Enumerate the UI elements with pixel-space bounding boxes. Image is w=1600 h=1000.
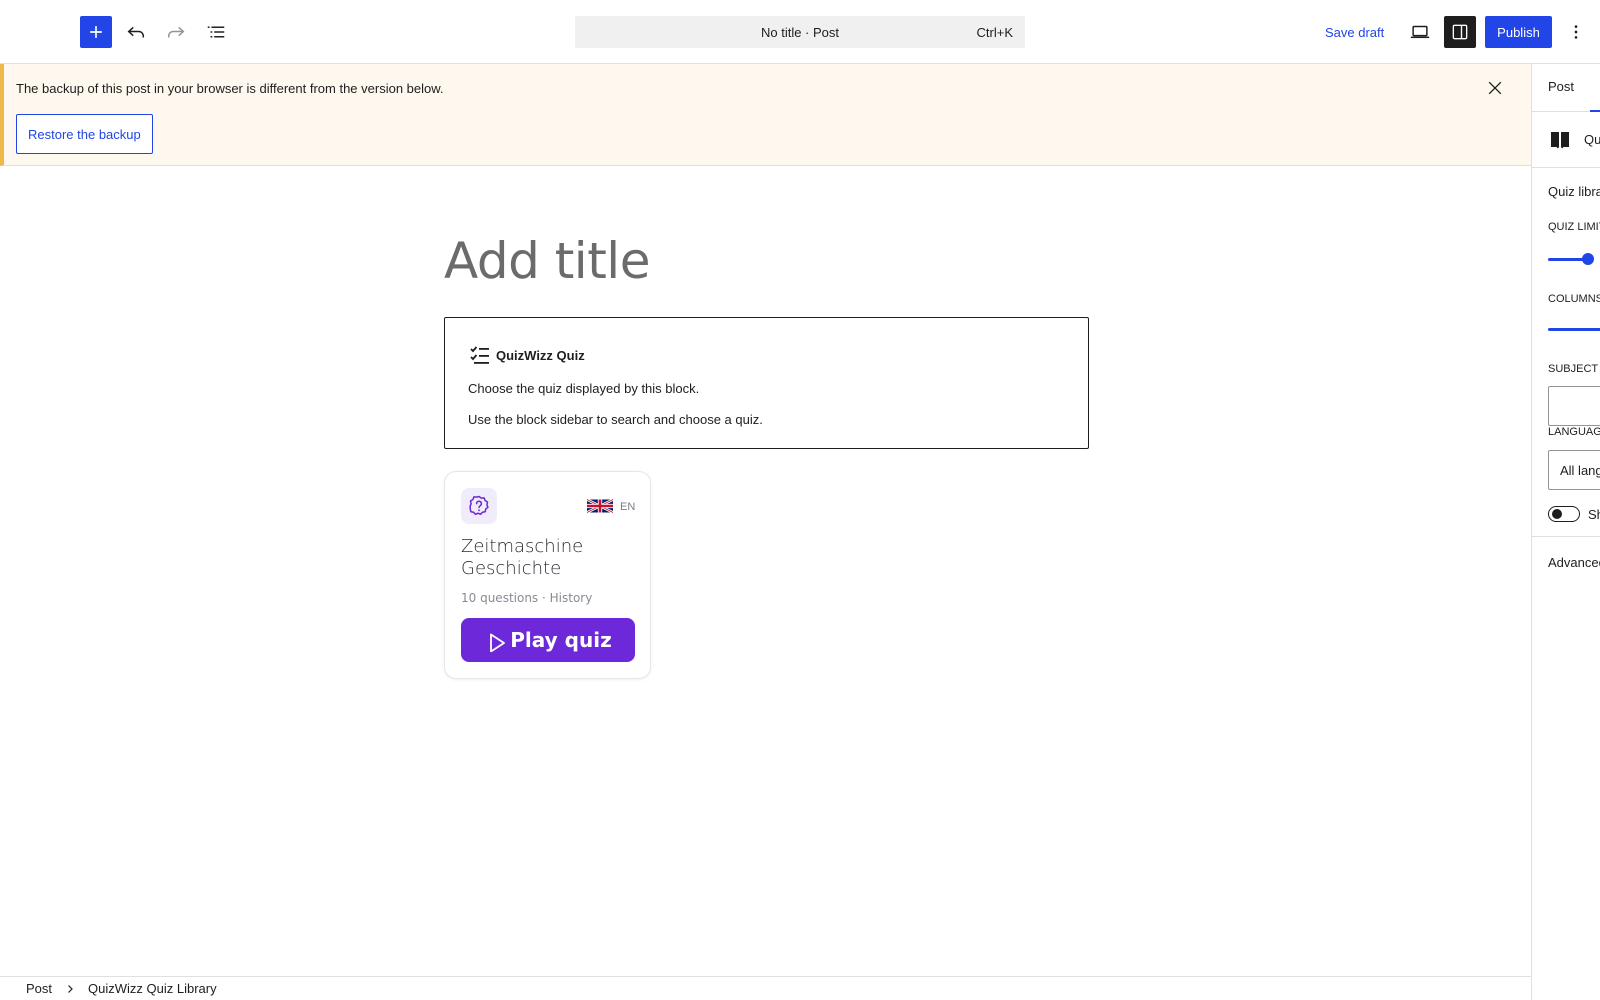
tab-block[interactable] xyxy=(1590,64,1600,112)
notice-message: The backup of this post in your browser … xyxy=(16,81,444,96)
play-quiz-button[interactable]: Play quiz xyxy=(461,618,635,662)
editor-header: No title · Post Ctrl+K Save draft Publis… xyxy=(0,0,1600,64)
checklist-icon xyxy=(470,346,489,364)
quiz-block-heading: QuizWizz Quiz xyxy=(468,343,585,367)
settings-toggle-button[interactable] xyxy=(1444,16,1476,48)
subject-label: SUBJECT xyxy=(1548,363,1599,375)
vertical-ellipsis-icon xyxy=(1574,25,1578,39)
block-name: Qu xyxy=(1584,132,1600,147)
block-card: Qu xyxy=(1532,112,1600,168)
book-icon xyxy=(1551,132,1569,149)
quiz-library-panel-toggle[interactable]: Quiz libra xyxy=(1548,184,1600,199)
uk-flag-icon xyxy=(587,498,613,514)
restore-backup-button[interactable]: Restore the backup xyxy=(16,114,153,154)
sidebar-divider xyxy=(1532,536,1600,537)
preview-button[interactable] xyxy=(1404,16,1436,48)
breadcrumb-block[interactable]: QuizWizz Quiz Library xyxy=(88,981,217,996)
document-overview-button[interactable] xyxy=(200,16,232,48)
subject-input[interactable] xyxy=(1548,386,1600,426)
quiz-limit-slider-thumb[interactable] xyxy=(1582,253,1594,265)
plus-icon xyxy=(90,26,102,38)
toggle-knob xyxy=(1552,509,1562,519)
add-block-button[interactable] xyxy=(80,16,112,48)
quiz-block-title: QuizWizz Quiz xyxy=(496,347,585,363)
columns-label: COLUMNS xyxy=(1548,293,1600,305)
language-select[interactable]: All lang xyxy=(1548,450,1600,490)
document-title: No title · Post xyxy=(760,24,840,40)
show-toggle[interactable] xyxy=(1548,506,1580,522)
laptop-icon xyxy=(1410,25,1430,39)
tab-post[interactable]: Post xyxy=(1548,79,1574,94)
redo-button[interactable] xyxy=(160,16,192,48)
quiz-language-code: EN xyxy=(620,501,636,513)
quiz-card-title: Zeitmaschine Geschichte xyxy=(461,536,584,579)
command-shortcut: Ctrl+K xyxy=(976,25,1013,40)
post-title-input[interactable]: Add title xyxy=(444,232,650,290)
question-badge-icon xyxy=(469,495,489,516)
quizwizz-quiz-block[interactable]: QuizWizz Quiz Choose the quiz displayed … xyxy=(444,317,1089,449)
options-button[interactable] xyxy=(1560,16,1592,48)
close-icon xyxy=(1488,81,1502,95)
quiz-card-meta: 10 questions · History xyxy=(461,591,593,605)
show-toggle-label: Sh xyxy=(1588,507,1600,522)
advanced-panel-toggle[interactable]: Advanced xyxy=(1548,555,1600,570)
quiz-block-instruction: Choose the quiz displayed by this block. xyxy=(468,381,700,396)
play-icon xyxy=(490,633,506,652)
redo-icon xyxy=(167,26,185,38)
sidebar-toggle-icon xyxy=(1452,24,1468,40)
editor-canvas: Add title QuizWizz Quiz Choose the quiz … xyxy=(0,166,1531,976)
breadcrumb-post[interactable]: Post xyxy=(26,981,52,996)
undo-icon xyxy=(127,26,145,38)
language-label: LANGUAG xyxy=(1548,426,1600,438)
undo-button[interactable] xyxy=(120,16,152,48)
columns-slider[interactable] xyxy=(1548,328,1600,331)
dismiss-notice-button[interactable] xyxy=(1483,76,1507,100)
sidebar-tabs: Post xyxy=(1532,64,1600,112)
publish-button[interactable]: Publish xyxy=(1485,16,1552,48)
command-palette-button[interactable]: No title · Post Ctrl+K xyxy=(575,16,1025,48)
quiz-limit-label: QUIZ LIMIT xyxy=(1548,221,1600,233)
quiz-card-badge xyxy=(461,488,497,524)
backup-notice: The backup of this post in your browser … xyxy=(0,64,1531,166)
chevron-right-icon xyxy=(64,983,76,995)
block-breadcrumb: Post QuizWizz Quiz Library xyxy=(0,976,1531,1000)
save-draft-button[interactable]: Save draft xyxy=(1315,16,1394,48)
quiz-card[interactable]: EN Zeitmaschine Geschichte 10 questions … xyxy=(444,471,651,679)
list-view-icon xyxy=(207,26,225,38)
quiz-block-hint: Use the block sidebar to search and choo… xyxy=(468,412,763,427)
play-quiz-label: Play quiz xyxy=(510,628,612,652)
settings-sidebar: Post Qu Quiz libra QUIZ LIMIT COLUMNS SU… xyxy=(1531,64,1600,1000)
